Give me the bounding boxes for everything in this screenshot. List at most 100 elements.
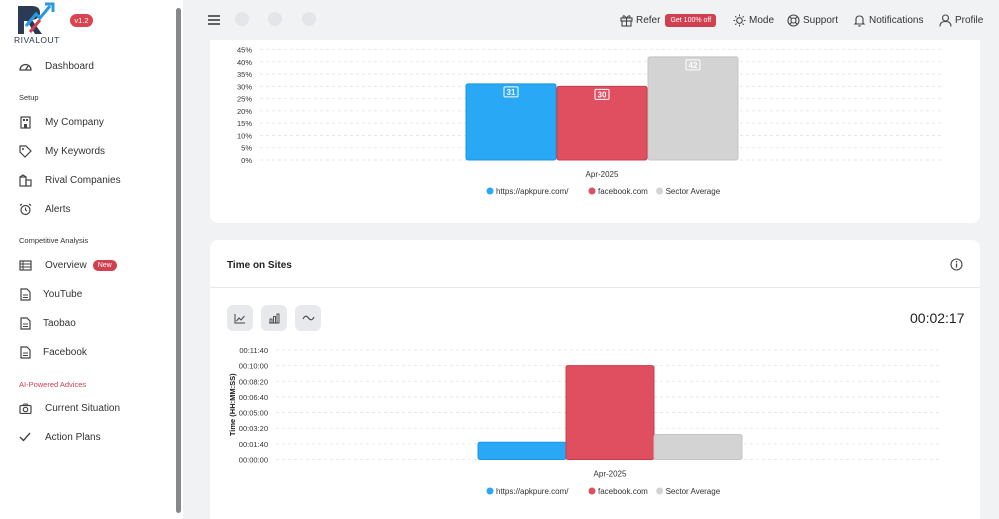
sidebar-item-label: Facebook — [43, 346, 87, 358]
sidebar-item-label: Action Plans — [45, 431, 101, 443]
legend-label: https://apkpure.com/ — [496, 487, 569, 496]
sun-icon — [733, 14, 746, 26]
section-competitive-analysis: Competitive Analysis — [19, 236, 89, 245]
building-icon — [18, 115, 32, 129]
sidebar-scrollbar[interactable] — [176, 8, 181, 513]
legend-label: https://apkpure.com/ — [496, 187, 569, 196]
support-button[interactable]: Support — [787, 12, 838, 28]
check-icon — [18, 430, 32, 444]
y-tick-label: 45% — [237, 46, 252, 55]
refer-label: Refer — [636, 14, 661, 26]
sidebar-item-label: YouTube — [43, 288, 83, 300]
placeholder-icon — [302, 12, 316, 26]
data-label: 42 — [689, 61, 698, 70]
notifications-button[interactable]: Notifications — [853, 12, 923, 28]
alarm-icon — [18, 202, 32, 216]
document-icon — [18, 345, 32, 359]
brand-name: RIVALOUT — [14, 35, 60, 45]
sidebar: RIVALOUT v1.2 Dashboard Setup My Company… — [0, 0, 183, 519]
sidebar-item-label: Taobao — [43, 317, 76, 329]
legend-label: facebook.com — [598, 187, 648, 196]
y-tick-label: 0% — [241, 156, 252, 165]
sidebar-item-overview[interactable]: Overview New — [18, 255, 117, 275]
notifications-label: Notifications — [869, 14, 924, 26]
sidebar-item-action-plans[interactable]: Action Plans — [18, 427, 101, 447]
sidebar-item-label: My Keywords — [45, 145, 106, 157]
time-bar-chart: 00:00:00 00:01:40 00:03:20 00:05:00 00:06:40… — [228, 346, 940, 496]
version-badge: v1.2 — [70, 14, 93, 27]
y-tick-label: 00:05:00 — [239, 409, 268, 418]
tag-icon — [18, 144, 32, 158]
sidebar-item-dashboard[interactable]: Dashboard — [18, 56, 94, 76]
y-tick-label: 00:01:40 — [239, 440, 268, 449]
data-label: 31 — [507, 88, 516, 97]
profile-button[interactable]: Profile — [939, 12, 983, 28]
document-icon — [18, 287, 32, 301]
time-on-sites-card: Time on Sites 00:02:17 00:00:00 00:01:40 0… — [210, 240, 980, 519]
legend-marker — [656, 187, 664, 195]
legend-marker — [486, 487, 494, 495]
share-chart-card: 0% 5% 10% 15% 20% 25% 30% 35% 40% 45% 31 30 42 Apr-20… — [210, 40, 980, 223]
x-tick-label: Apr-2025 — [594, 470, 627, 479]
legend-marker — [588, 487, 596, 495]
y-tick-label: 15% — [237, 119, 252, 128]
dashboard-icon — [18, 59, 32, 73]
gift-icon — [620, 14, 633, 27]
sidebar-item-label: Overview — [45, 259, 87, 271]
menu-icon[interactable] — [208, 15, 220, 25]
sidebar-item-my-keywords[interactable]: My Keywords — [18, 141, 105, 161]
document-icon — [18, 316, 32, 330]
sidebar-item-my-company[interactable]: My Company — [18, 112, 104, 132]
section-ai-powered-advices: AI-Powered Advices — [19, 380, 87, 389]
table-icon — [18, 258, 32, 272]
sidebar-item-label: My Company — [45, 116, 104, 128]
support-label: Support — [803, 14, 839, 26]
legend-marker — [656, 487, 664, 495]
y-tick-label: 00:03:20 — [239, 424, 268, 433]
y-tick-label: 5% — [241, 144, 252, 153]
sidebar-item-youtube[interactable]: YouTube — [18, 284, 82, 304]
legend-label: facebook.com — [598, 487, 648, 496]
y-tick-label: 00:08:20 — [239, 377, 268, 386]
camera-icon — [18, 401, 32, 415]
sidebar-item-label: Current Situation — [45, 402, 121, 414]
bar-1 — [477, 441, 567, 461]
refer-button[interactable]: Refer Get 100% off — [620, 12, 717, 28]
bar-2 — [565, 365, 655, 460]
sidebar-item-taobao[interactable]: Taobao — [18, 313, 76, 333]
y-tick-label: 00:00:00 — [239, 456, 268, 465]
new-badge: New — [92, 259, 117, 271]
section-setup: Setup — [19, 93, 39, 102]
mode-label: Mode — [749, 14, 775, 26]
y-tick-label: 40% — [237, 58, 252, 67]
bar-3 — [653, 433, 743, 461]
sidebar-item-current-situation[interactable]: Current Situation — [18, 398, 120, 418]
profile-label: Profile — [955, 14, 984, 26]
sidebar-item-label: Rival Companies — [45, 174, 121, 186]
x-tick-label: Apr-2025 — [586, 170, 619, 179]
placeholder-icon — [268, 12, 282, 26]
y-tick-label: 35% — [237, 70, 252, 79]
sidebar-item-label: Alerts — [45, 203, 71, 215]
sidebar-item-facebook[interactable]: Facebook — [18, 342, 87, 362]
topbar: Refer Get 100% off Mode Support Notifica… — [183, 0, 999, 40]
bar-3 — [647, 56, 739, 161]
y-tick-label: 25% — [237, 95, 252, 104]
promo-badge[interactable]: Get 100% off — [665, 13, 717, 27]
sidebar-item-label: Dashboard — [45, 60, 94, 72]
placeholder-icon — [235, 12, 249, 26]
mode-toggle[interactable]: Mode — [733, 12, 774, 28]
bell-icon — [853, 14, 866, 27]
sidebar-item-rival-companies[interactable]: Rival Companies — [18, 170, 121, 190]
legend-marker — [588, 187, 596, 195]
y-tick-label: 10% — [237, 131, 252, 140]
data-label: 30 — [598, 90, 607, 99]
sidebar-item-alerts[interactable]: Alerts — [18, 199, 71, 219]
y-tick-label: 00:06:40 — [239, 393, 268, 402]
user-icon — [939, 13, 952, 27]
y-tick-label: 00:11:40 — [239, 346, 268, 355]
y-tick-label: 30% — [237, 82, 252, 91]
legend-label: Sector Average — [666, 487, 721, 496]
legend-marker — [486, 187, 494, 195]
y-tick-label: 00:10:00 — [239, 362, 268, 371]
